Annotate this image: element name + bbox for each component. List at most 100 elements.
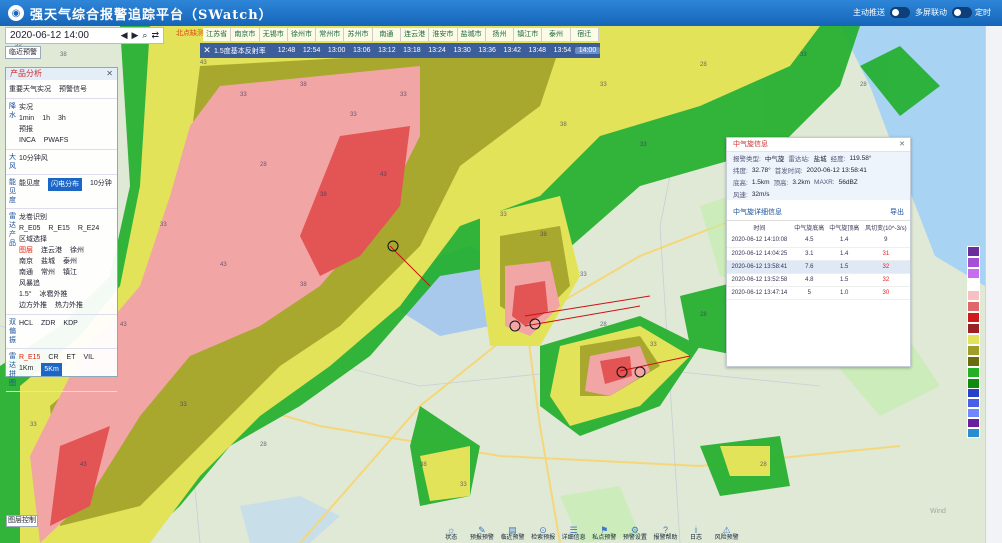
- close-icon[interactable]: ✕: [899, 138, 905, 152]
- toggle-switch-icon[interactable]: [952, 7, 972, 18]
- panel-option[interactable]: 连云港: [41, 245, 62, 256]
- bottom-tool-button[interactable]: ⊙ 检索预报: [528, 526, 559, 542]
- panel-option[interactable]: 10分钟风: [19, 153, 48, 164]
- panel-option[interactable]: 预报: [19, 124, 33, 135]
- time-tick[interactable]: 13:30: [450, 47, 475, 54]
- panel-option[interactable]: 10分钟: [90, 178, 112, 191]
- panel-option[interactable]: 热力外推: [55, 300, 83, 311]
- panel-option[interactable]: 常州: [41, 267, 55, 278]
- table-row[interactable]: 2020-06-12 14:10:08 4.5 1.4 9: [727, 234, 910, 248]
- layer-control-button[interactable]: 图层控制: [6, 515, 38, 527]
- panel-option[interactable]: 边方外推: [19, 300, 47, 311]
- panel-option[interactable]: 区域选择: [19, 234, 47, 245]
- panel-option[interactable]: HCL: [19, 318, 33, 329]
- time-tick[interactable]: 13:24: [424, 47, 449, 54]
- vertical-scrollbar[interactable]: [985, 26, 1002, 543]
- panel-option[interactable]: R_E05: [19, 223, 40, 234]
- bottom-tool-button[interactable]: ☰ 详细信息: [558, 526, 589, 542]
- panel-option[interactable]: 盐城: [41, 256, 55, 267]
- panel-option[interactable]: 1Km: [19, 363, 33, 376]
- panel-option[interactable]: CR: [48, 352, 58, 363]
- time-tick[interactable]: 12:54: [299, 47, 324, 54]
- table-row[interactable]: 2020-06-12 13:52:58 4.8 1.5 32: [727, 273, 910, 287]
- panel-option[interactable]: 能见度: [19, 178, 40, 191]
- panel-option[interactable]: 1min: [19, 113, 34, 124]
- panel-option[interactable]: 图层: [19, 245, 33, 256]
- city-tab[interactable]: 淮安市: [429, 28, 458, 41]
- city-tab[interactable]: 泰州: [542, 28, 571, 41]
- prev-arrow-icon[interactable]: ◀: [121, 30, 128, 41]
- time-tick[interactable]: 13:48: [525, 47, 550, 54]
- bottom-tool-button[interactable]: ▤ 临近预警: [497, 526, 528, 542]
- panel-option[interactable]: 1.5°: [19, 289, 32, 300]
- time-tick[interactable]: 13:42: [500, 47, 525, 54]
- city-tab[interactable]: 扬州: [486, 28, 515, 41]
- close-icon[interactable]: ✕: [106, 68, 113, 80]
- multi-screen-toggle[interactable]: 多屏联动: [915, 7, 972, 18]
- panel-option[interactable]: 徐州: [70, 245, 84, 256]
- bottom-tool-button[interactable]: ? 报警帮助: [650, 526, 681, 542]
- city-tab[interactable]: 南京市: [231, 28, 260, 41]
- time-tick[interactable]: 14:00: [574, 47, 601, 54]
- warning-button[interactable]: 临近预警: [5, 46, 41, 59]
- time-tick[interactable]: 13:36: [475, 47, 500, 54]
- panel-option[interactable]: KDP: [63, 318, 77, 329]
- panel-option[interactable]: 3h: [58, 113, 66, 124]
- city-tab[interactable]: 常州市: [316, 28, 345, 41]
- city-tab[interactable]: 盐城市: [458, 28, 486, 41]
- panel-option[interactable]: 实况: [19, 102, 33, 113]
- city-tab[interactable]: 镇江市: [514, 28, 543, 41]
- bottom-tool-button[interactable]: ☼ 状态: [436, 526, 467, 542]
- panel-option[interactable]: VIL: [83, 352, 94, 363]
- panel-option[interactable]: R_E24: [78, 223, 99, 234]
- panel-option[interactable]: 闪电分布: [48, 178, 82, 191]
- toggle-switch-icon[interactable]: [890, 7, 910, 18]
- time-selector[interactable]: 2020-06-12 14:00 ◀ ▶ ⌕ ⇄: [5, 27, 164, 44]
- next-arrow-icon[interactable]: ▶: [131, 30, 138, 41]
- panel-option[interactable]: 南京: [19, 256, 33, 267]
- city-tab[interactable]: 江苏省: [203, 28, 232, 41]
- time-tick[interactable]: 13:12: [374, 47, 399, 54]
- tab-warning-signal[interactable]: 预警信号: [59, 84, 87, 94]
- panel-option[interactable]: 冰雹外推: [40, 289, 68, 300]
- table-row[interactable]: 2020-06-12 14:04:25 3.1 1.4 31: [727, 247, 910, 261]
- city-tab[interactable]: 宿迁: [571, 28, 599, 41]
- panel-option[interactable]: 1h: [42, 113, 50, 124]
- bottom-tool-button[interactable]: ⚠ 风险预警: [711, 526, 742, 542]
- close-icon[interactable]: ✕: [200, 45, 214, 56]
- panel-option[interactable]: ET: [67, 352, 76, 363]
- panel-option[interactable]: 镇江: [63, 267, 77, 278]
- panel-option[interactable]: 龙卷识别: [19, 212, 47, 223]
- bottom-tool-button[interactable]: ⚙ 预警设置: [620, 526, 651, 542]
- panel-option[interactable]: R_E15: [19, 352, 40, 363]
- city-tab[interactable]: 南通: [373, 28, 401, 41]
- table-row[interactable]: 2020-06-12 13:47:14 5 1.0 30: [727, 286, 910, 300]
- city-tab[interactable]: 连云港: [401, 28, 430, 41]
- panel-option[interactable]: PWAFS: [44, 135, 69, 146]
- search-icon[interactable]: ⌕: [142, 30, 147, 41]
- tab-weather-obs[interactable]: 重要天气实况: [9, 84, 51, 94]
- time-tick[interactable]: 13:54: [550, 47, 575, 54]
- bottom-tool-button[interactable]: ✎ 预报预警: [467, 526, 498, 542]
- bottom-tool-button[interactable]: i 日志: [681, 526, 712, 542]
- panel-option[interactable]: 泰州: [63, 256, 77, 267]
- time-tick[interactable]: 12:48: [274, 47, 299, 54]
- panel-option[interactable]: ZDR: [41, 318, 55, 329]
- time-tick[interactable]: 13:00: [324, 47, 349, 54]
- time-tick[interactable]: 13:18: [399, 47, 424, 54]
- export-button[interactable]: 导出: [890, 207, 904, 217]
- timer-toggle[interactable]: 定时: [975, 7, 991, 18]
- panel-option[interactable]: 风暴追: [19, 278, 40, 289]
- panel-option[interactable]: 5Km: [41, 363, 62, 376]
- refresh-icon[interactable]: ⇄: [151, 30, 159, 41]
- time-tick[interactable]: 13:06: [349, 47, 374, 54]
- city-tab[interactable]: 无锡市: [260, 28, 288, 41]
- table-row[interactable]: 2020-06-12 13:58:41 7.6 1.5 32: [727, 260, 910, 274]
- city-tab[interactable]: 苏州市: [344, 28, 373, 41]
- bottom-tool-button[interactable]: ⚑ 私点预警: [589, 526, 620, 542]
- datetime-value[interactable]: 2020-06-12 14:00: [10, 30, 89, 41]
- panel-option[interactable]: 南通: [19, 267, 33, 278]
- panel-option[interactable]: R_E15: [48, 223, 69, 234]
- panel-option[interactable]: INCA: [19, 135, 36, 146]
- city-tab[interactable]: 徐州市: [288, 28, 317, 41]
